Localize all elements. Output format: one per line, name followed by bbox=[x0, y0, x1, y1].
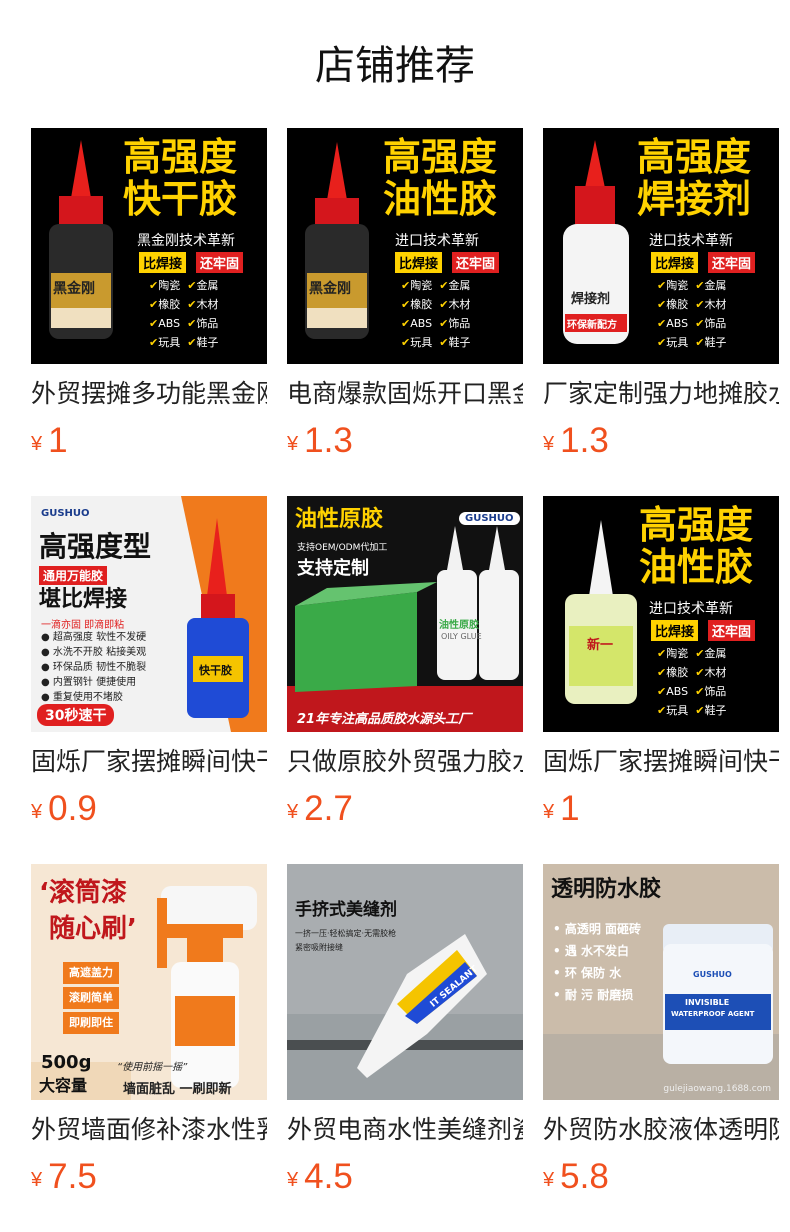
product-price: ¥0.9 bbox=[31, 789, 97, 828]
image-tag: 比焊接 bbox=[651, 252, 699, 273]
product-image[interactable]: 油性原胶 GUSHUO 支持OEM/ODM代加工 支持定制 21年专注高品质胶水… bbox=[287, 496, 523, 732]
product-image[interactable]: ‘滚筒漆 随心刷’ 高遮盖力 滚刷简单 即刷即住 500g 大容量 “使用前摇一… bbox=[31, 864, 267, 1100]
image-headline: 手挤式美缝剂 bbox=[295, 900, 397, 920]
image-small-text: 一挤一压·轻松搞定·无需胶枪 bbox=[295, 929, 397, 938]
image-headline: 高强度 bbox=[639, 503, 754, 547]
brand-logo: GUSHUO bbox=[459, 512, 520, 525]
image-tag: 比焊接 bbox=[139, 252, 187, 273]
product-price: ¥7.5 bbox=[31, 1157, 97, 1196]
jar-title: WATERPROOF AGENT bbox=[671, 1010, 755, 1018]
image-footer: 墙面脏乱 一刷即新 bbox=[123, 1082, 232, 1097]
brand-logo: GUSHUO bbox=[41, 508, 90, 519]
image-headline: 支持定制 bbox=[297, 558, 369, 579]
image-tag: 还牢固 bbox=[708, 620, 756, 641]
image-headline: 油性胶 bbox=[639, 545, 754, 589]
image-headline: ‘滚筒漆 bbox=[39, 878, 127, 908]
image-watermark: gulejiaowang.1688.com bbox=[663, 1084, 771, 1094]
image-headline: 高强度型 bbox=[39, 530, 152, 563]
product-image[interactable]: 手挤式美缝剂 一挤一压·轻松搞定·无需胶枪 紧密吸附接缝 IT SEALANT bbox=[287, 864, 523, 1100]
image-tag: 还牢固 bbox=[708, 252, 756, 273]
image-tag: 还牢固 bbox=[452, 252, 500, 273]
product-card[interactable]: 手挤式美缝剂 一挤一压·轻松搞定·无需胶枪 紧密吸附接缝 IT SEALANT … bbox=[287, 864, 523, 1197]
product-price: ¥5.8 bbox=[543, 1157, 609, 1196]
bottle-label: 焊接剂 bbox=[571, 292, 611, 307]
image-headline: 油性胶 bbox=[383, 177, 498, 221]
image-subtitle: 黑金刚技术革新 bbox=[137, 233, 235, 249]
product-card[interactable]: 高强度 焊接剂 进口技术革新 比焊接 还牢固 ✔陶瓷 ✔金属 ✔橡胶 ✔木材 ✔… bbox=[543, 128, 779, 461]
product-card[interactable]: ‘滚筒漆 随心刷’ 高遮盖力 滚刷简单 即刷即住 500g 大容量 “使用前摇一… bbox=[31, 864, 267, 1197]
image-subtitle: 进口技术革新 bbox=[395, 233, 479, 249]
product-image[interactable]: 透明防水胶 • 高透明 面砸砖 • 遇 水不发白 • 环 保防 水 • 耐 污 … bbox=[543, 864, 779, 1100]
product-title[interactable]: 外贸电商水性美缝剂瓷砖 bbox=[287, 1113, 523, 1147]
image-headline: 高强度 bbox=[383, 135, 498, 179]
bottle-label: 黑金刚 bbox=[309, 281, 351, 297]
image-small-text: 支持OEM/ODM代加工 bbox=[297, 543, 388, 553]
image-feature-list: 高遮盖力 滚刷简单 即刷即住 bbox=[63, 962, 119, 1034]
product-card[interactable]: 高强度 油性胶 进口技术革新 比焊接 还牢固 ✔陶瓷 ✔金属 ✔橡胶 ✔木材 ✔… bbox=[543, 496, 779, 829]
product-image[interactable]: 高强度 油性胶 进口技术革新 比焊接 还牢固 ✔陶瓷 ✔金属 ✔橡胶 ✔木材 ✔… bbox=[543, 496, 779, 732]
product-card[interactable]: 高强度 快干胶 黑金刚技术革新 比焊接 还牢固 ✔陶瓷 ✔金属 ✔橡胶 ✔木材 … bbox=[31, 128, 267, 461]
image-small-text: 紧密吸附接缝 bbox=[295, 943, 343, 952]
product-price: ¥1 bbox=[543, 789, 580, 828]
product-price: ¥1.3 bbox=[543, 421, 609, 460]
bottle-sub-label: OILY GLUE bbox=[441, 632, 482, 641]
image-footer: 21年专注高品质胶水源头工厂 bbox=[297, 712, 472, 727]
image-headline: 快干胶 bbox=[123, 177, 238, 221]
image-headline: 堪比焊接 bbox=[39, 587, 128, 612]
product-title[interactable]: 外贸摆摊多功能黑金刚 bbox=[31, 377, 267, 411]
image-feature-list: • 高透明 面砸砖 • 遇 水不发白 • 环 保防 水 • 耐 污 耐磨损 bbox=[553, 922, 642, 1002]
product-price: ¥4.5 bbox=[287, 1157, 353, 1196]
product-title[interactable]: 外贸墙面修补漆水性乳胶 bbox=[31, 1113, 267, 1147]
product-price: ¥1.3 bbox=[287, 421, 353, 460]
image-subtitle: 进口技术革新 bbox=[649, 601, 733, 617]
image-tag: 比焊接 bbox=[651, 620, 699, 641]
image-feature-list: ✔陶瓷 ✔金属 ✔橡胶 ✔木材 ✔ABS ✔饰品 ✔玩具 ✔鞋子 bbox=[657, 279, 727, 349]
image-headline: 高强度 bbox=[123, 135, 238, 179]
product-card[interactable]: 高强度 油性胶 进口技术革新 比焊接 还牢固 ✔陶瓷 ✔金属 ✔橡胶 ✔木材 ✔… bbox=[287, 128, 523, 461]
bottle-badge: 环保新配方 bbox=[567, 320, 617, 331]
bottle-label: 油性原胶 bbox=[439, 620, 479, 631]
image-feature-list: ● 超高强度 软性不发硬 ● 水洗不开胶 粘接美观 ● 环保品质 韧性不脆裂 ●… bbox=[41, 632, 147, 703]
image-headline: 焊接剂 bbox=[637, 177, 752, 221]
image-headline: 透明防水胶 bbox=[551, 877, 662, 902]
image-footer-badge: 30秒速干 bbox=[37, 704, 115, 726]
image-headline: 高强度 bbox=[637, 135, 752, 179]
image-headline: 随心刷’ bbox=[49, 914, 137, 944]
product-title[interactable]: 电商爆款固烁开口黑金 bbox=[287, 377, 523, 411]
product-image[interactable]: 高强度 快干胶 黑金刚技术革新 比焊接 还牢固 ✔陶瓷 ✔金属 ✔橡胶 ✔木材 … bbox=[31, 128, 267, 364]
product-image[interactable]: 高强度 油性胶 进口技术革新 比焊接 还牢固 ✔陶瓷 ✔金属 ✔橡胶 ✔木材 ✔… bbox=[287, 128, 523, 364]
product-image[interactable]: 高强度 焊接剂 进口技术革新 比焊接 还牢固 ✔陶瓷 ✔金属 ✔橡胶 ✔木材 ✔… bbox=[543, 128, 779, 364]
product-title[interactable]: 只做原胶外贸强力胶水 bbox=[287, 745, 523, 779]
bottle-label: 快干胶 bbox=[199, 664, 232, 677]
product-card[interactable]: GUSHUO 高强度型 通用万能胶 堪比焊接 一滴亦固 即滴即粘 ● 超高强度 … bbox=[31, 496, 267, 829]
bottle-label: 新一 bbox=[587, 638, 614, 653]
image-feature-list: ✔陶瓷 ✔金属 ✔橡胶 ✔木材 ✔ABS ✔饰品 ✔玩具 ✔鞋子 bbox=[657, 647, 727, 717]
product-price: ¥2.7 bbox=[287, 789, 353, 828]
bottle-label: 黑金刚 bbox=[53, 281, 95, 297]
product-image[interactable]: GUSHUO 高强度型 通用万能胶 堪比焊接 一滴亦固 即滴即粘 ● 超高强度 … bbox=[31, 496, 267, 732]
product-card[interactable]: 油性原胶 GUSHUO 支持OEM/ODM代加工 支持定制 21年专注高品质胶水… bbox=[287, 496, 523, 829]
product-title[interactable]: 固烁厂家摆摊瞬间快干 bbox=[543, 745, 779, 779]
image-tag: 还牢固 bbox=[196, 252, 244, 273]
image-note: “使用前摇一摇” bbox=[117, 1062, 188, 1073]
image-feature-list: ✔陶瓷 ✔金属 ✔橡胶 ✔木材 ✔ABS ✔饰品 ✔玩具 ✔鞋子 bbox=[401, 279, 471, 349]
image-capacity-label: 大容量 bbox=[39, 1076, 88, 1095]
product-card[interactable]: 透明防水胶 • 高透明 面砸砖 • 遇 水不发白 • 环 保防 水 • 耐 污 … bbox=[543, 864, 779, 1197]
image-feature-list: ✔陶瓷 ✔金属 ✔橡胶 ✔木材 ✔ABS ✔饰品 ✔玩具 ✔鞋子 bbox=[149, 279, 219, 349]
jar-title: INVISIBLE bbox=[685, 998, 730, 1007]
image-capacity: 500g bbox=[41, 1052, 92, 1073]
product-title[interactable]: 外贸防水胶液体透明防水 bbox=[543, 1113, 779, 1147]
image-tagline: 一滴亦固 即滴即粘 bbox=[41, 620, 125, 631]
product-title[interactable]: 厂家定制强力地摊胶水 bbox=[543, 377, 779, 411]
image-headline: 油性原胶 bbox=[295, 507, 384, 532]
page-title: 店铺推荐 bbox=[315, 43, 475, 89]
image-subtitle: 进口技术革新 bbox=[649, 233, 733, 249]
product-price: ¥1 bbox=[31, 421, 68, 460]
image-tag: 通用万能胶 bbox=[39, 566, 108, 585]
image-tag: 比焊接 bbox=[395, 252, 443, 273]
product-title[interactable]: 固烁厂家摆摊瞬间快干 bbox=[31, 745, 267, 779]
brand-logo: GUSHUO bbox=[693, 970, 732, 979]
